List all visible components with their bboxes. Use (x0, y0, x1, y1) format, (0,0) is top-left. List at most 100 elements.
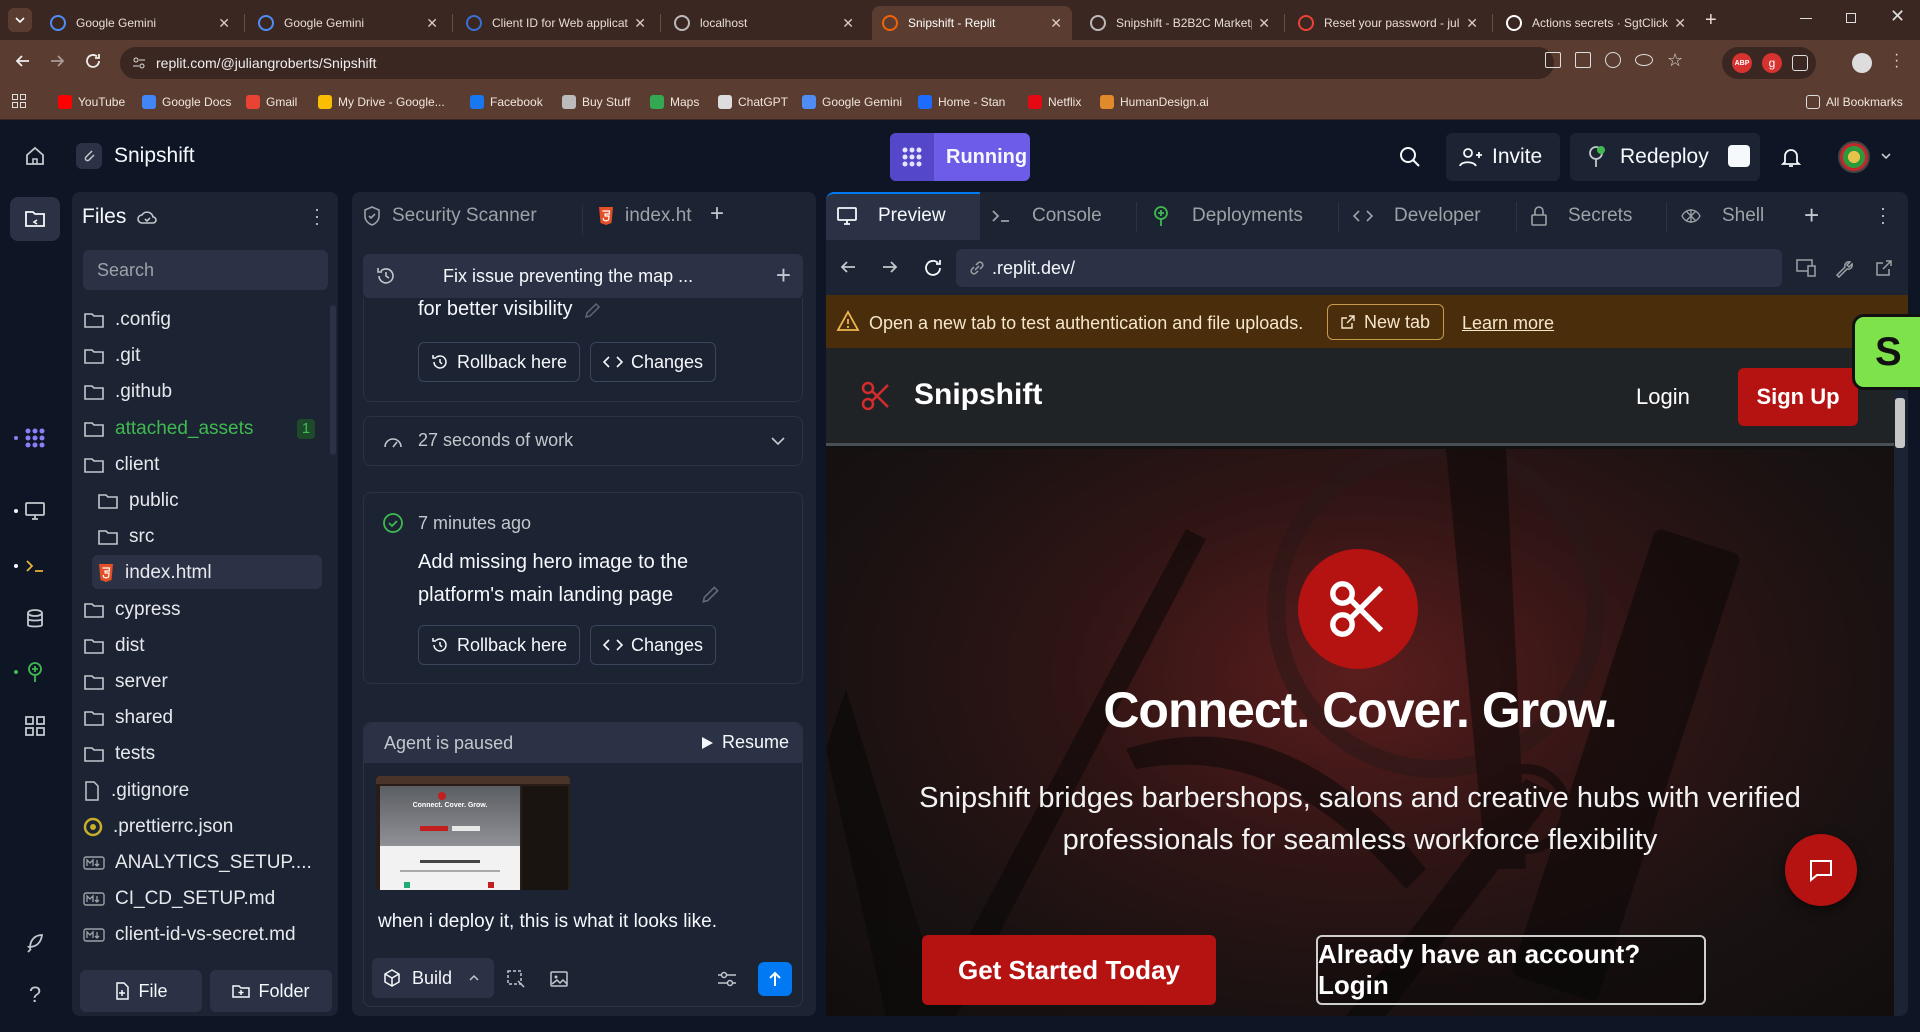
add-tab-button[interactable]: + (710, 200, 724, 228)
open-external-icon[interactable] (1874, 258, 1894, 278)
user-avatar[interactable] (1838, 141, 1870, 173)
extensions-puzzle-icon[interactable] (1792, 55, 1808, 71)
file-tree-toggle[interactable] (10, 197, 60, 241)
open-new-tab-button[interactable]: New tab (1327, 304, 1444, 340)
redeploy-button[interactable]: Redeploy (1570, 133, 1760, 181)
file-item[interactable]: .prettierrc.json (83, 810, 233, 844)
close-tab-icon[interactable]: ✕ (426, 15, 438, 32)
bookmark-item[interactable]: HumanDesign.ai (1100, 92, 1209, 112)
file-tree-scrollbar[interactable] (330, 305, 336, 455)
close-tab-icon[interactable]: ✕ (1258, 15, 1270, 32)
new-folder-button[interactable]: Folder (210, 970, 332, 1012)
browser-tab-4[interactable]: localhost ✕ (664, 6, 864, 40)
notifications-bell-icon[interactable] (1779, 145, 1803, 169)
folder-item[interactable]: dist (83, 629, 145, 663)
close-tab-icon[interactable]: ✕ (1674, 15, 1686, 32)
folder-item[interactable]: shared (83, 701, 173, 735)
tab-console[interactable]: Console (990, 205, 1102, 227)
cast-icon[interactable] (1575, 52, 1591, 68)
new-file-button[interactable]: File (80, 970, 202, 1012)
chat-widget-button[interactable] (1785, 834, 1857, 906)
folder-item[interactable]: tests (83, 737, 155, 771)
invite-button[interactable]: Invite (1446, 133, 1560, 181)
bookmark-item[interactable]: Gmail (246, 92, 297, 112)
rollback-button-2[interactable]: Rollback here (418, 625, 581, 665)
tab-secrets[interactable]: Secrets (1530, 205, 1632, 227)
bookmark-item[interactable]: My Drive - Google... (318, 92, 445, 112)
console-icon[interactable] (20, 551, 50, 581)
rollback-button-1[interactable]: Rollback here (418, 342, 581, 382)
tab-security-scanner[interactable]: Security Scanner (362, 205, 537, 227)
apps-grid-icon[interactable] (12, 94, 26, 108)
webview-forward-icon[interactable] (880, 258, 900, 276)
pencil-icon[interactable] (583, 300, 603, 320)
browser-tab-5[interactable]: Snipshift - Replit ✕ (872, 6, 1072, 40)
eye-off-icon[interactable] (1635, 54, 1653, 66)
agent-icon[interactable] (20, 423, 50, 453)
add-workspace-tab[interactable]: + (1804, 200, 1819, 231)
workspace-menu-icon[interactable]: · · · (1880, 199, 1886, 231)
webview-back-icon[interactable] (838, 258, 858, 276)
bookmark-item[interactable]: Google Gemini (802, 92, 902, 112)
changes-button-2[interactable]: Changes (590, 625, 717, 665)
browser-tab-3[interactable]: Client ID for Web applicat ✕ (456, 6, 656, 40)
rocket-icon[interactable] (20, 928, 50, 958)
browser-tab-2[interactable]: Google Gemini ✕ (248, 6, 448, 40)
folder-item[interactable]: public (97, 484, 179, 518)
zoom-icon[interactable] (1605, 52, 1621, 68)
bookmark-item[interactable]: Maps (650, 92, 699, 112)
attached-screenshot[interactable]: Connect. Cover. Grow. (376, 776, 570, 890)
files-menu-icon[interactable]: · · · (314, 200, 320, 232)
bookmark-item[interactable]: Netflix (1028, 92, 1081, 112)
devtools-wrench-icon[interactable] (1834, 258, 1854, 278)
chrome-menu-icon[interactable]: · · · (1894, 47, 1899, 75)
all-bookmarks[interactable]: All Bookmarks (1806, 92, 1903, 112)
home-icon[interactable] (24, 145, 46, 167)
folder-item[interactable]: .github (83, 375, 172, 409)
reload-icon[interactable] (84, 52, 102, 70)
forward-icon[interactable] (48, 52, 66, 70)
close-tab-icon[interactable]: ✕ (1050, 15, 1062, 32)
close-tab-icon[interactable]: ✕ (1466, 15, 1478, 32)
pencil-icon[interactable] (700, 583, 722, 605)
browser-tab-6[interactable]: Snipshift - B2B2C Marketp ✕ (1080, 6, 1280, 40)
close-tab-icon[interactable]: ✕ (218, 15, 230, 32)
site-brand[interactable]: Snipshift (914, 378, 1042, 412)
folder-item[interactable]: cypress (83, 593, 180, 627)
site-login-link[interactable]: Login (1636, 384, 1690, 410)
browser-tab-1[interactable]: Google Gemini ✕ (40, 6, 240, 40)
close-tab-icon[interactable]: ✕ (842, 15, 854, 32)
agent-thread-header[interactable]: Fix issue preventing the map ... + (363, 254, 803, 298)
history-icon[interactable] (375, 265, 397, 287)
select-region-icon[interactable] (506, 969, 526, 989)
maximize-button[interactable] (1846, 13, 1856, 23)
file-item[interactable]: client-id-vs-secret.md (83, 918, 296, 952)
learn-more-link[interactable]: Learn more (1462, 313, 1554, 334)
address-bar[interactable]: replit.com/@juliangroberts/Snipshift (120, 47, 1554, 79)
search-icon[interactable] (1398, 145, 1422, 169)
file-item[interactable]: ANALYTICS_SETUP.... (83, 846, 312, 880)
minimize-button[interactable] (1800, 18, 1812, 19)
site-signup-button[interactable]: Sign Up (1738, 368, 1858, 426)
folder-item[interactable]: client (83, 448, 159, 482)
site-info-icon[interactable] (132, 56, 146, 70)
webview-url-input[interactable]: .replit.dev/ (956, 249, 1782, 287)
bookmark-item[interactable]: Facebook (470, 92, 543, 112)
chevron-down-icon[interactable] (1880, 151, 1892, 161)
webview-reload-icon[interactable] (922, 257, 944, 279)
browser-tab-7[interactable]: Reset your password - juli ✕ (1288, 6, 1488, 40)
all-tools-icon[interactable] (20, 711, 50, 741)
database-icon[interactable] (20, 604, 50, 634)
file-item[interactable]: .gitignore (83, 774, 189, 808)
folder-item[interactable]: server (83, 665, 168, 699)
file-search-input[interactable]: Search (83, 250, 328, 290)
bookmark-item[interactable]: ChatGPT (718, 92, 788, 112)
tab-developer[interactable]: Developer (1352, 205, 1481, 227)
chevron-down-icon[interactable] (770, 436, 786, 446)
file-item[interactable]: index.html (97, 556, 212, 590)
redeploy-split-icon[interactable] (1728, 145, 1750, 167)
get-started-button[interactable]: Get Started Today (922, 935, 1216, 1005)
profile-avatar[interactable] (1852, 53, 1872, 73)
bookmark-manager-icon[interactable] (1545, 52, 1561, 68)
tab-preview[interactable]: Preview (836, 205, 946, 227)
